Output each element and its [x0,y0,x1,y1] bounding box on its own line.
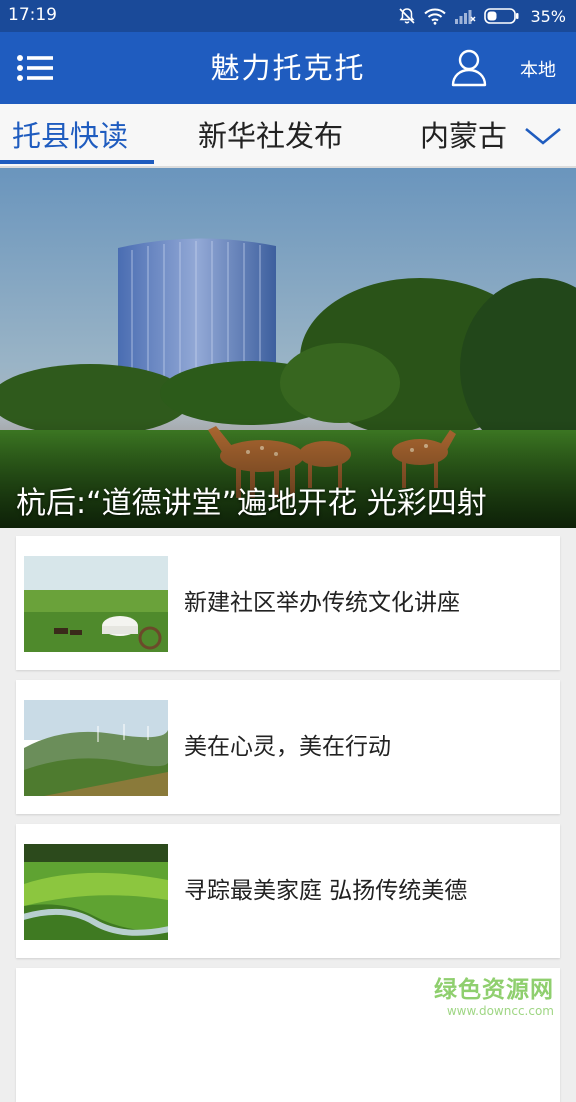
news-title: 美在心灵，美在行动 [184,734,391,760]
news-card[interactable]: 美在心灵，美在行动 [16,680,560,814]
tab-xinhua-release[interactable]: 新华社发布 [198,104,343,166]
page-title: 魅力托克托 [210,51,366,85]
status-time: 17:19 [8,5,57,25]
user-icon [450,49,488,91]
news-thumbnail [24,844,168,940]
active-tab-indicator [0,160,154,164]
tab-tuoxian-kuaidu[interactable]: 托县快读 [12,104,128,166]
news-card[interactable]: 寻踪最美家庭 弘扬传统美德 [16,824,560,958]
battery-percent: 35% [530,6,566,26]
hero-image [0,168,576,528]
menu-button[interactable] [14,50,54,86]
tab-inner-mongolia[interactable]: 内蒙古 [420,104,507,166]
tab-strip: 托县快读 新华社发布 内蒙古 [0,104,576,168]
mute-icon [398,7,416,25]
app-header: 魅力托克托 本地 [0,32,576,104]
status-bar: 17:19 35% [0,0,576,32]
news-card[interactable]: 新建社区举办传统文化讲座 [16,536,560,670]
news-title: 寻踪最美家庭 弘扬传统美德 [184,878,468,904]
battery-icon [484,7,520,25]
hero-caption: 杭后:“道德讲堂”遍地开花 光彩四射 [16,486,487,521]
news-thumbnail [24,700,168,796]
menu-icon [14,55,54,90]
local-button[interactable]: 本地 [520,56,556,82]
news-thumbnail [24,556,168,652]
news-title: 新建社区举办传统文化讲座 [184,590,460,616]
signal-icon [454,7,476,25]
hero-banner[interactable]: 杭后:“道德讲堂”遍地开花 光彩四射 [0,168,576,528]
wifi-icon [424,7,447,25]
news-card[interactable] [16,968,560,1102]
tab-more-button[interactable] [500,104,576,166]
status-icons: 35% [398,4,566,28]
user-button[interactable] [450,47,488,87]
